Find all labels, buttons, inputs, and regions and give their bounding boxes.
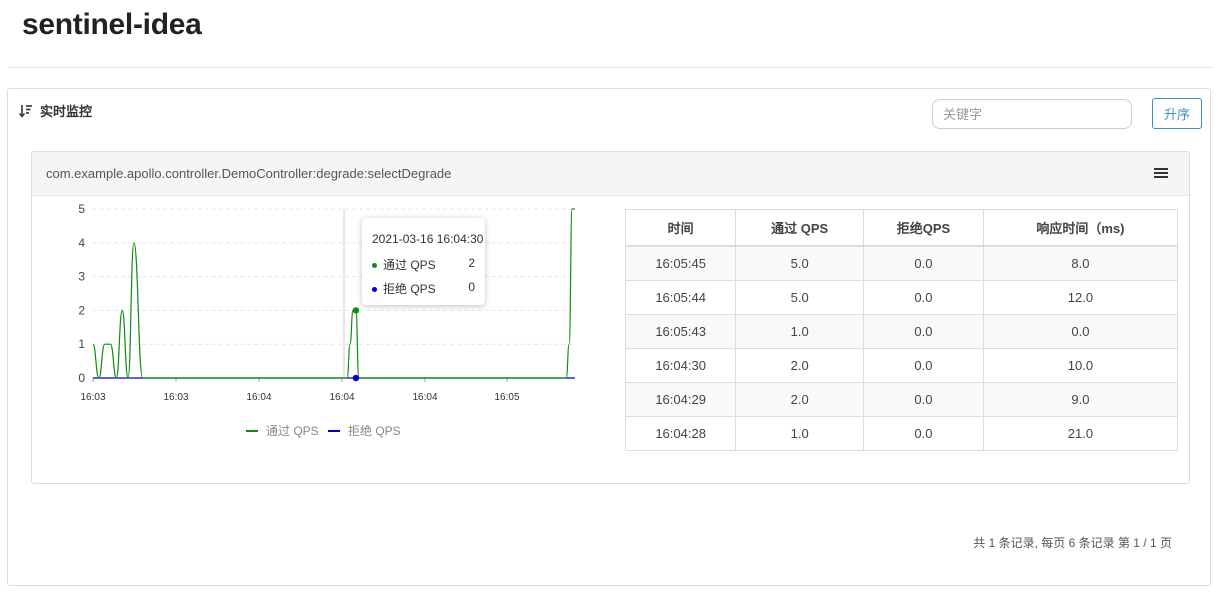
y-tick-label: 4: [78, 236, 85, 250]
table-cell: 1.0: [735, 416, 865, 451]
column-header: 拒绝QPS: [863, 209, 984, 247]
table-row: 16:04:28 1.0 0.0 21.0: [624, 416, 1179, 451]
table-cell: 16:04:28: [624, 416, 737, 451]
resource-name: com.example.apollo.controller.DemoContro…: [46, 166, 452, 181]
x-tick-label: 16:05: [494, 392, 519, 403]
table-cell: 2.0: [735, 348, 865, 383]
chart-tooltip: 2021-03-16 16:04:30 通过 QPS 2 拒绝 QPS 0: [362, 218, 485, 305]
table-cell: 0.0: [863, 280, 984, 315]
table-cell: 10.0: [982, 348, 1179, 383]
menu-icon[interactable]: [1154, 167, 1168, 179]
pass-dot-icon: [372, 263, 377, 269]
app-title: sentinel-idea: [22, 8, 202, 41]
panel-title: 实时监控: [40, 104, 93, 119]
legend-item[interactable]: 通过 QPS: [266, 424, 319, 438]
table-cell: 0.0: [863, 416, 984, 451]
x-tick-label: 16:03: [163, 392, 188, 403]
table-cell: 16:05:43: [624, 314, 737, 349]
table-row: 16:05:44 5.0 0.0 12.0: [624, 280, 1179, 315]
y-tick-label: 5: [78, 202, 85, 216]
table-cell: 2.0: [735, 382, 865, 417]
table-row: 16:04:29 2.0 0.0 9.0: [624, 382, 1179, 417]
pagination-info: 共 1 条记录, 每页 6 条记录 第 1 / 1 页: [973, 536, 1172, 550]
y-tick-label: 0: [78, 371, 85, 385]
y-tick-label: 3: [78, 270, 85, 284]
table-cell: 12.0: [982, 280, 1179, 315]
qps-line-chart[interactable]: 0 1 2 3 4 5 16:03 16:03 16:04 16:04 16:04 16:05 通过…: [32, 196, 602, 466]
keyword-search-input[interactable]: [932, 99, 1132, 129]
x-tick-label: 16:04: [412, 392, 437, 403]
series-line: [92, 208, 575, 379]
metrics-table: 时间 通过 QPS 拒绝QPS 响应时间（ms) 16:05:45 5.0 0.0 8.0 1…: [624, 209, 1179, 451]
table-cell: 0.0: [863, 382, 984, 417]
resource-card-header: com.example.apollo.controller.DemoContro…: [32, 152, 1189, 196]
table-cell: 16:05:44: [624, 280, 737, 315]
table-cell: 16:04:30: [624, 348, 737, 383]
table-cell: 0.0: [982, 314, 1179, 349]
y-tick-label: 2: [78, 303, 85, 317]
table-cell: 9.0: [982, 382, 1179, 417]
y-tick-label: 1: [78, 337, 85, 351]
table-row: 16:05:45 5.0 0.0 8.0: [624, 245, 1179, 281]
tooltip-pass-row: 通过 QPS 2: [372, 256, 475, 272]
table-cell: 5.0: [735, 280, 865, 315]
table-cell: 8.0: [982, 245, 1179, 281]
x-tick-label: 16:03: [80, 392, 105, 403]
header-divider: [8, 67, 1213, 68]
data-point[interactable]: [352, 374, 360, 382]
table-row: 16:04:30 2.0 0.0 10.0: [624, 348, 1179, 383]
column-header: 时间: [624, 209, 737, 247]
resource-card: com.example.apollo.controller.DemoContro…: [31, 151, 1190, 484]
sort-amount-icon: [19, 104, 32, 118]
table-cell: 16:04:29: [624, 382, 737, 417]
sort-ascending-button[interactable]: 升序: [1152, 98, 1202, 129]
block-dot-icon: [372, 287, 377, 293]
table-cell: 1.0: [735, 314, 865, 349]
table-cell: 0.0: [863, 314, 984, 349]
column-header: 通过 QPS: [735, 209, 865, 247]
legend-item[interactable]: 拒绝 QPS: [348, 423, 401, 438]
table-row: 16:05:43 1.0 0.0 0.0: [624, 314, 1179, 349]
realtime-monitor-panel: 实时监控 升序 com.example.apollo.controller.De…: [7, 88, 1211, 586]
qps-chart: 0 1 2 3 4 5 16:03 16:03 16:04 16:04 16:04 16:05 通过…: [32, 196, 602, 466]
tooltip-pass-value: 2: [468, 256, 475, 270]
table-cell: 5.0: [735, 245, 865, 281]
tooltip-block-value: 0: [468, 280, 475, 294]
tooltip-block-row: 拒绝 QPS 0: [372, 280, 475, 296]
data-point[interactable]: [352, 307, 360, 314]
column-header: 响应时间（ms): [982, 209, 1179, 247]
table-cell: 0.0: [863, 245, 984, 281]
x-tick-label: 16:04: [246, 392, 271, 403]
table-cell: 21.0: [982, 416, 1179, 451]
panel-heading: 实时监控: [19, 101, 92, 120]
tooltip-time: 2021-03-16 16:04:30: [372, 232, 484, 246]
x-tick-label: 16:04: [329, 392, 354, 403]
tooltip-pass-label: 通过 QPS: [383, 258, 436, 272]
tooltip-block-label: 拒绝 QPS: [383, 282, 436, 296]
table-cell: 16:05:45: [624, 245, 737, 281]
table-cell: 0.0: [863, 348, 984, 383]
